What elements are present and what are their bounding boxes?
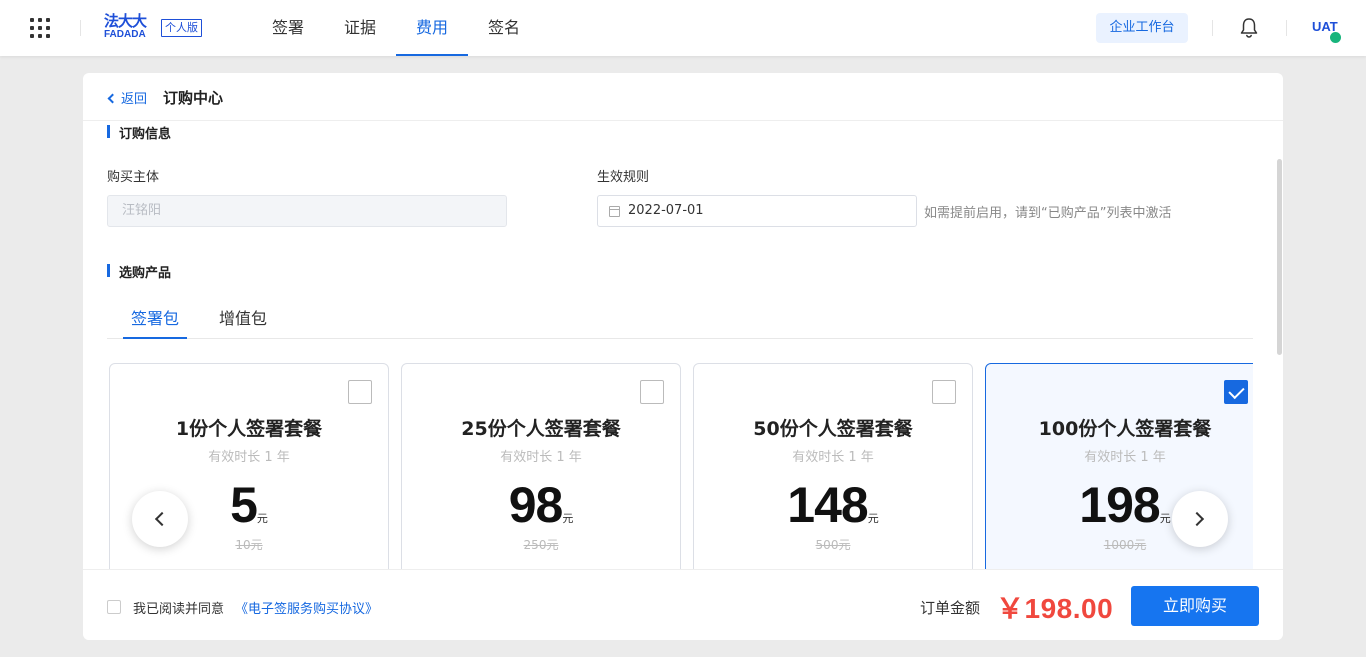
nav-tab-billing[interactable]: 费用 [396,0,468,56]
package-card[interactable]: 25份个人签署套餐 有效时长 1 年 98元 250元 [401,363,681,569]
calendar-icon [609,206,620,217]
fadada-logo[interactable]: 法大大 FADADA [104,14,156,42]
buy-now-button[interactable]: 立即购买 [1131,586,1259,626]
tab-signing-package[interactable]: 签署包 [122,305,188,339]
effective-rule-label: 生效规则 [597,170,650,185]
price-number: 148 [787,477,868,533]
package-name: 1份个人签署套餐 [175,418,323,440]
logo-en-text: FADADA [104,29,146,40]
package-validity: 有效时长 1 年 [500,450,582,465]
nav-tab-sign[interactable]: 签署 [252,0,324,56]
price-number: 5 [230,477,258,533]
package-checkbox[interactable] [640,380,664,404]
nav-tab-signature[interactable]: 签名 [468,0,540,56]
total-amount: ￥198.00 [996,593,1114,624]
bell-icon[interactable] [1239,17,1259,39]
section-title-order-info: 订购信息 [107,123,171,142]
price-unit: 元 [256,512,268,525]
back-button[interactable]: 返回 [107,88,148,107]
page-title: 订购中心 [163,89,224,107]
package-price: 98元 [402,476,680,534]
back-label: 返回 [121,92,148,107]
apps-grid-icon[interactable] [30,18,50,38]
total-label: 订单金额 [920,599,981,617]
chevron-left-icon [154,511,170,527]
tab-value-added-package[interactable]: 增值包 [219,305,267,339]
package-name: 50份个人签署套餐 [753,418,913,440]
package-validity: 有效时长 1 年 [792,450,874,465]
package-checkbox[interactable] [348,380,372,404]
card-header: 返回 订购中心 [83,73,1283,121]
verified-shield-icon [1330,32,1341,43]
agreement-link[interactable]: 《电子签服务购买协议》 [235,598,378,617]
effective-date-picker[interactable]: 2022-07-01 [597,195,917,227]
package-original-price: 250元 [523,538,559,552]
nav-divider [1286,20,1287,36]
order-center-card: 返回 订购中心 订购信息 购买主体 汪铭阳 生效规则 2022-07-01 如需… [83,73,1283,640]
nav-divider [1212,20,1213,36]
buyer-label: 购买主体 [107,170,160,185]
package-carousel: 1份个人签署套餐 有效时长 1 年 5元 10元 25份个人签署套餐 有效时长 … [107,363,1253,569]
logo-cn-text: 法大大 [104,12,147,30]
product-tabs: 签署包 增值包 [107,295,1253,339]
price-number: 198 [1079,477,1160,533]
agree-text: 我已阅读并同意 [133,602,225,617]
package-name: 100份个人签署套餐 [1038,418,1212,440]
price-number: 98 [508,477,564,533]
nav-tab-evidence[interactable]: 证据 [324,0,396,56]
order-footer: 我已阅读并同意 《电子签服务购买协议》 订单金额 ￥198.00 立即购买 [83,569,1283,640]
price-unit: 元 [1159,512,1171,525]
nav-divider [80,20,81,36]
buyer-field: 汪铭阳 [107,195,507,227]
scrollbar-thumb[interactable] [1277,159,1282,355]
carousel-prev-button[interactable] [132,491,188,547]
edition-badge: 个人版 [161,19,202,37]
main-nav: 签署 证据 费用 签名 [252,0,540,56]
package-original-price: 500元 [815,538,851,552]
package-validity: 有效时长 1 年 [208,450,290,465]
package-card[interactable]: 50份个人签署套餐 有效时长 1 年 148元 500元 [693,363,973,569]
price-unit: 元 [562,512,574,525]
top-navbar: 法大大 FADADA 个人版 签署 证据 费用 签名 企业工作台 UAT [0,0,1366,56]
package-validity: 有效时长 1 年 [1084,450,1166,465]
activation-hint: 如需提前启用，请到“已购产品”列表中激活 [924,206,1172,221]
enterprise-workspace-button[interactable]: 企业工作台 [1096,13,1188,43]
effective-date-value: 2022-07-01 [628,203,704,218]
chevron-left-icon [107,93,118,103]
package-checkbox[interactable] [932,380,956,404]
agree-checkbox[interactable] [107,600,121,614]
package-name: 25份个人签署套餐 [461,418,621,440]
price-unit: 元 [867,512,879,525]
section-title-products: 选购产品 [107,262,171,281]
package-checkbox-checked[interactable] [1224,380,1248,404]
carousel-next-button[interactable] [1172,491,1228,547]
chevron-right-icon [1189,511,1205,527]
package-price: 148元 [694,476,972,534]
